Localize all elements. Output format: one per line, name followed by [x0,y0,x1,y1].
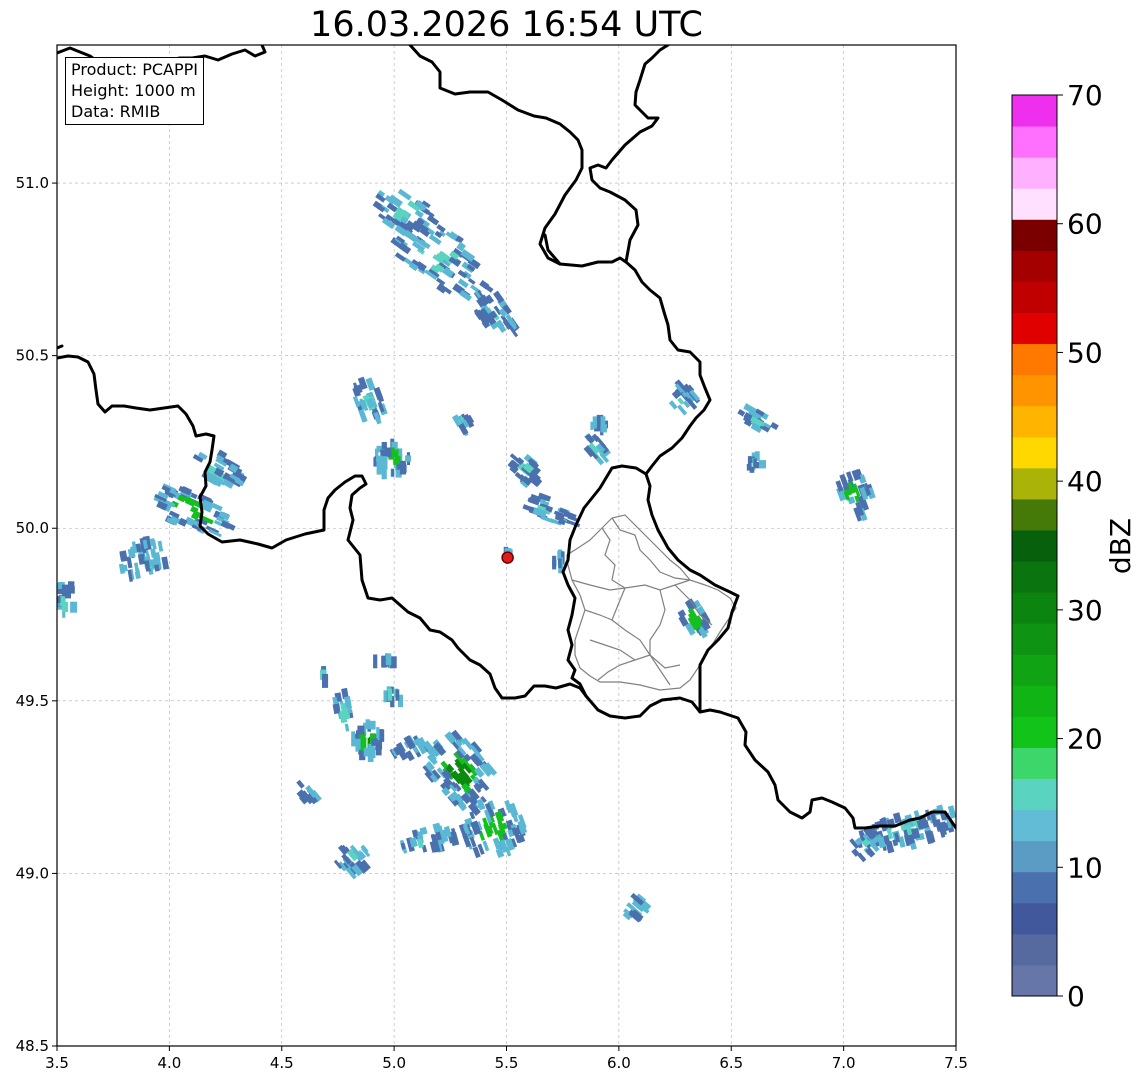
echo-cell [395,689,400,701]
x-tick-label: 6.5 [719,1054,743,1072]
y-tick-label: 49.5 [16,692,49,710]
echo-cell [369,720,376,730]
echo-cell [385,653,392,666]
y-tick-label: 50.5 [16,347,49,365]
echo-cell [373,654,378,669]
x-tick-label: 5.0 [382,1054,406,1072]
x-tick-label: 4.5 [270,1054,294,1072]
echo-cell [387,688,393,701]
x-tick-label: 7.0 [832,1054,856,1072]
echo-cell [376,461,382,475]
echo-cell [558,558,562,569]
echo-cell [383,690,387,703]
echo-cell [759,460,766,469]
x-tick-label: 5.5 [495,1054,519,1072]
x-axis-ticks: 3.5 4.0 4.5 5.0 5.5 6.0 6.5 7.0 7.5 [45,1046,968,1072]
echo-cell [552,555,557,570]
x-tick-label: 7.5 [944,1054,968,1072]
echo-cell [371,738,378,746]
echo-cell [365,719,370,729]
radar-map: 3.5 4.0 4.5 5.0 5.5 6.0 6.5 7.0 7.5 48.5 49.0 49.5… [16,44,968,1072]
height-label: Height: 1000 m [71,81,196,100]
echo-cell [351,731,356,741]
echo-cell [400,462,405,471]
x-tick-label: 6.0 [607,1054,631,1072]
echo-cell [376,455,383,462]
echo-cell [600,424,607,433]
echo-cell [753,458,757,467]
y-axis-ticks: 48.5 49.0 49.5 50.0 50.5 51.0 [16,174,57,1055]
x-tick-label: 3.5 [45,1054,69,1072]
echo-cell [391,449,398,457]
y-tick-label: 48.5 [16,1037,49,1055]
echo-cell [371,747,376,759]
echo-cell [70,601,77,613]
y-tick-label: 49.0 [16,864,49,882]
echo-cell [405,455,411,462]
echo-cell [363,747,370,757]
echo-cell [381,456,388,470]
y-tick-label: 51.0 [16,174,49,192]
echo-cell [376,727,380,741]
echo-cell [343,712,351,720]
y-tick-label: 50.0 [16,519,49,537]
echo-cell [747,456,752,468]
echo-cell [357,725,365,735]
radar-site-marker[interactable] [501,551,514,564]
echo-cell [62,601,68,613]
product-label: Product: PCAPPI [71,60,199,79]
echo-cell [65,586,71,599]
x-tick-label: 4.0 [157,1054,181,1072]
echo-cell [322,673,329,688]
echo-cell [381,442,387,450]
echo-cell [391,469,395,477]
product-info-box: Product: PCAPPI Height: 1000 m Data: RMI… [65,57,205,125]
data-source-label: Data: RMIB [71,102,161,121]
echo-cell [592,416,597,429]
